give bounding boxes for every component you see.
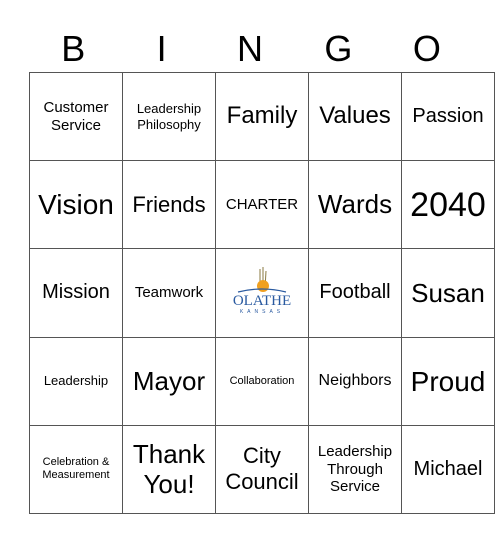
grid-row: Leadership Mayor Collaboration Neighbors… xyxy=(29,336,495,426)
bingo-cell[interactable]: Values xyxy=(308,71,402,162)
free-space-cell[interactable]: OLATHE KANSAS xyxy=(215,248,309,338)
bingo-grid: Customer Service Leadership Philosophy F… xyxy=(29,71,495,515)
bingo-cell[interactable]: Collaboration xyxy=(215,336,309,426)
bingo-cell[interactable]: Susan xyxy=(401,248,495,338)
header-letter-n: N xyxy=(237,28,264,69)
bingo-cell[interactable]: Celebration & Measurement xyxy=(29,424,123,515)
bingo-cell[interactable]: Mayor xyxy=(122,336,216,426)
bingo-cell[interactable]: Friends xyxy=(122,160,216,250)
grid-row: Vision Friends CHARTER Wards 2040 xyxy=(29,160,495,250)
bingo-cell[interactable]: 2040 xyxy=(401,160,495,250)
bingo-cell[interactable]: Leadership Through Service xyxy=(308,424,402,515)
header-letter-i: I xyxy=(156,28,167,69)
logo-text: OLATHE xyxy=(233,293,291,309)
bingo-cell[interactable]: Leadership xyxy=(29,336,123,426)
grid-row: Celebration & Measurement Thank You! Cit… xyxy=(29,424,495,515)
bingo-cell[interactable]: Passion xyxy=(401,71,495,162)
bingo-cell[interactable]: Football xyxy=(308,248,402,338)
bingo-cell[interactable]: Thank You! xyxy=(122,424,216,515)
header-letter-o: O xyxy=(412,28,441,69)
bingo-cell[interactable]: City Council xyxy=(215,424,309,515)
bingo-cell[interactable]: Customer Service xyxy=(29,71,123,162)
logo-subtext: KANSAS xyxy=(240,309,284,315)
bingo-cell[interactable]: Wards xyxy=(308,160,402,250)
bingo-cell[interactable]: Family xyxy=(215,71,309,162)
bingo-cell[interactable]: Michael xyxy=(401,424,495,515)
bingo-cell[interactable]: Teamwork xyxy=(122,248,216,338)
bingo-cell[interactable]: Leadership Philosophy xyxy=(122,71,216,162)
bingo-cell[interactable]: Vision xyxy=(29,160,123,250)
bingo-cell[interactable]: Neighbors xyxy=(308,336,402,426)
header-letter-g: G xyxy=(324,28,353,69)
olathe-logo-icon: OLATHE KANSAS xyxy=(233,267,291,315)
bingo-cell[interactable]: Proud xyxy=(401,336,495,426)
bingo-cell[interactable]: CHARTER xyxy=(215,160,309,250)
bingo-cell[interactable]: Mission xyxy=(29,248,123,338)
bingo-header: B I N G O xyxy=(29,26,471,72)
grid-row: Mission Teamwork OLATHE KANSAS Football … xyxy=(29,248,495,338)
grid-row: Customer Service Leadership Philosophy F… xyxy=(29,71,495,162)
header-letter-b: B xyxy=(61,28,86,69)
